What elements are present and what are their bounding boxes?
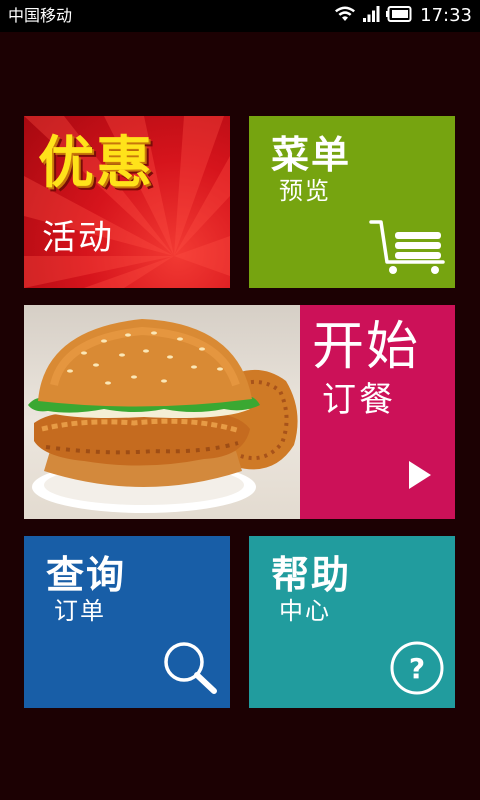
query-title: 查询 <box>46 553 127 597</box>
signal-icon <box>362 5 380 27</box>
start-order-title: 开始 <box>312 317 421 377</box>
battery-icon <box>386 6 412 26</box>
query-subtitle: 订单 <box>54 597 106 625</box>
query-order-tile[interactable]: 查询 订单 <box>24 536 230 708</box>
menu-subtitle: 预览 <box>279 177 331 205</box>
play-arrow-icon <box>409 461 431 493</box>
start-order-tile[interactable]: 开始 订餐 <box>24 305 455 519</box>
menu-preview-tile[interactable]: 菜单 预览 <box>249 116 455 288</box>
status-icons: 17:33 <box>334 4 472 28</box>
clock: 17:33 <box>420 5 472 26</box>
promotions-tile[interactable]: 优惠 活动 <box>24 116 230 288</box>
carrier-name: 中国移动 <box>8 6 73 25</box>
chicken-burger-photo <box>24 305 300 519</box>
help-title: 帮助 <box>271 553 352 597</box>
start-order-subtitle: 订餐 <box>322 380 396 420</box>
help-icon: ? <box>389 640 445 700</box>
menu-title: 菜单 <box>271 133 352 177</box>
search-icon <box>160 638 220 700</box>
promotions-subtitle: 活动 <box>42 218 114 258</box>
start-order-panel: 开始 订餐 <box>300 305 455 519</box>
status-bar: 中国移动 17:33 <box>0 0 480 32</box>
wifi-icon <box>334 5 356 27</box>
help-subtitle: 中心 <box>279 597 331 625</box>
cart-icon <box>369 218 445 280</box>
svg-text:?: ? <box>409 652 425 685</box>
help-center-tile[interactable]: 帮助 中心 ? <box>249 536 455 708</box>
promotions-title: 优惠 <box>38 131 154 196</box>
